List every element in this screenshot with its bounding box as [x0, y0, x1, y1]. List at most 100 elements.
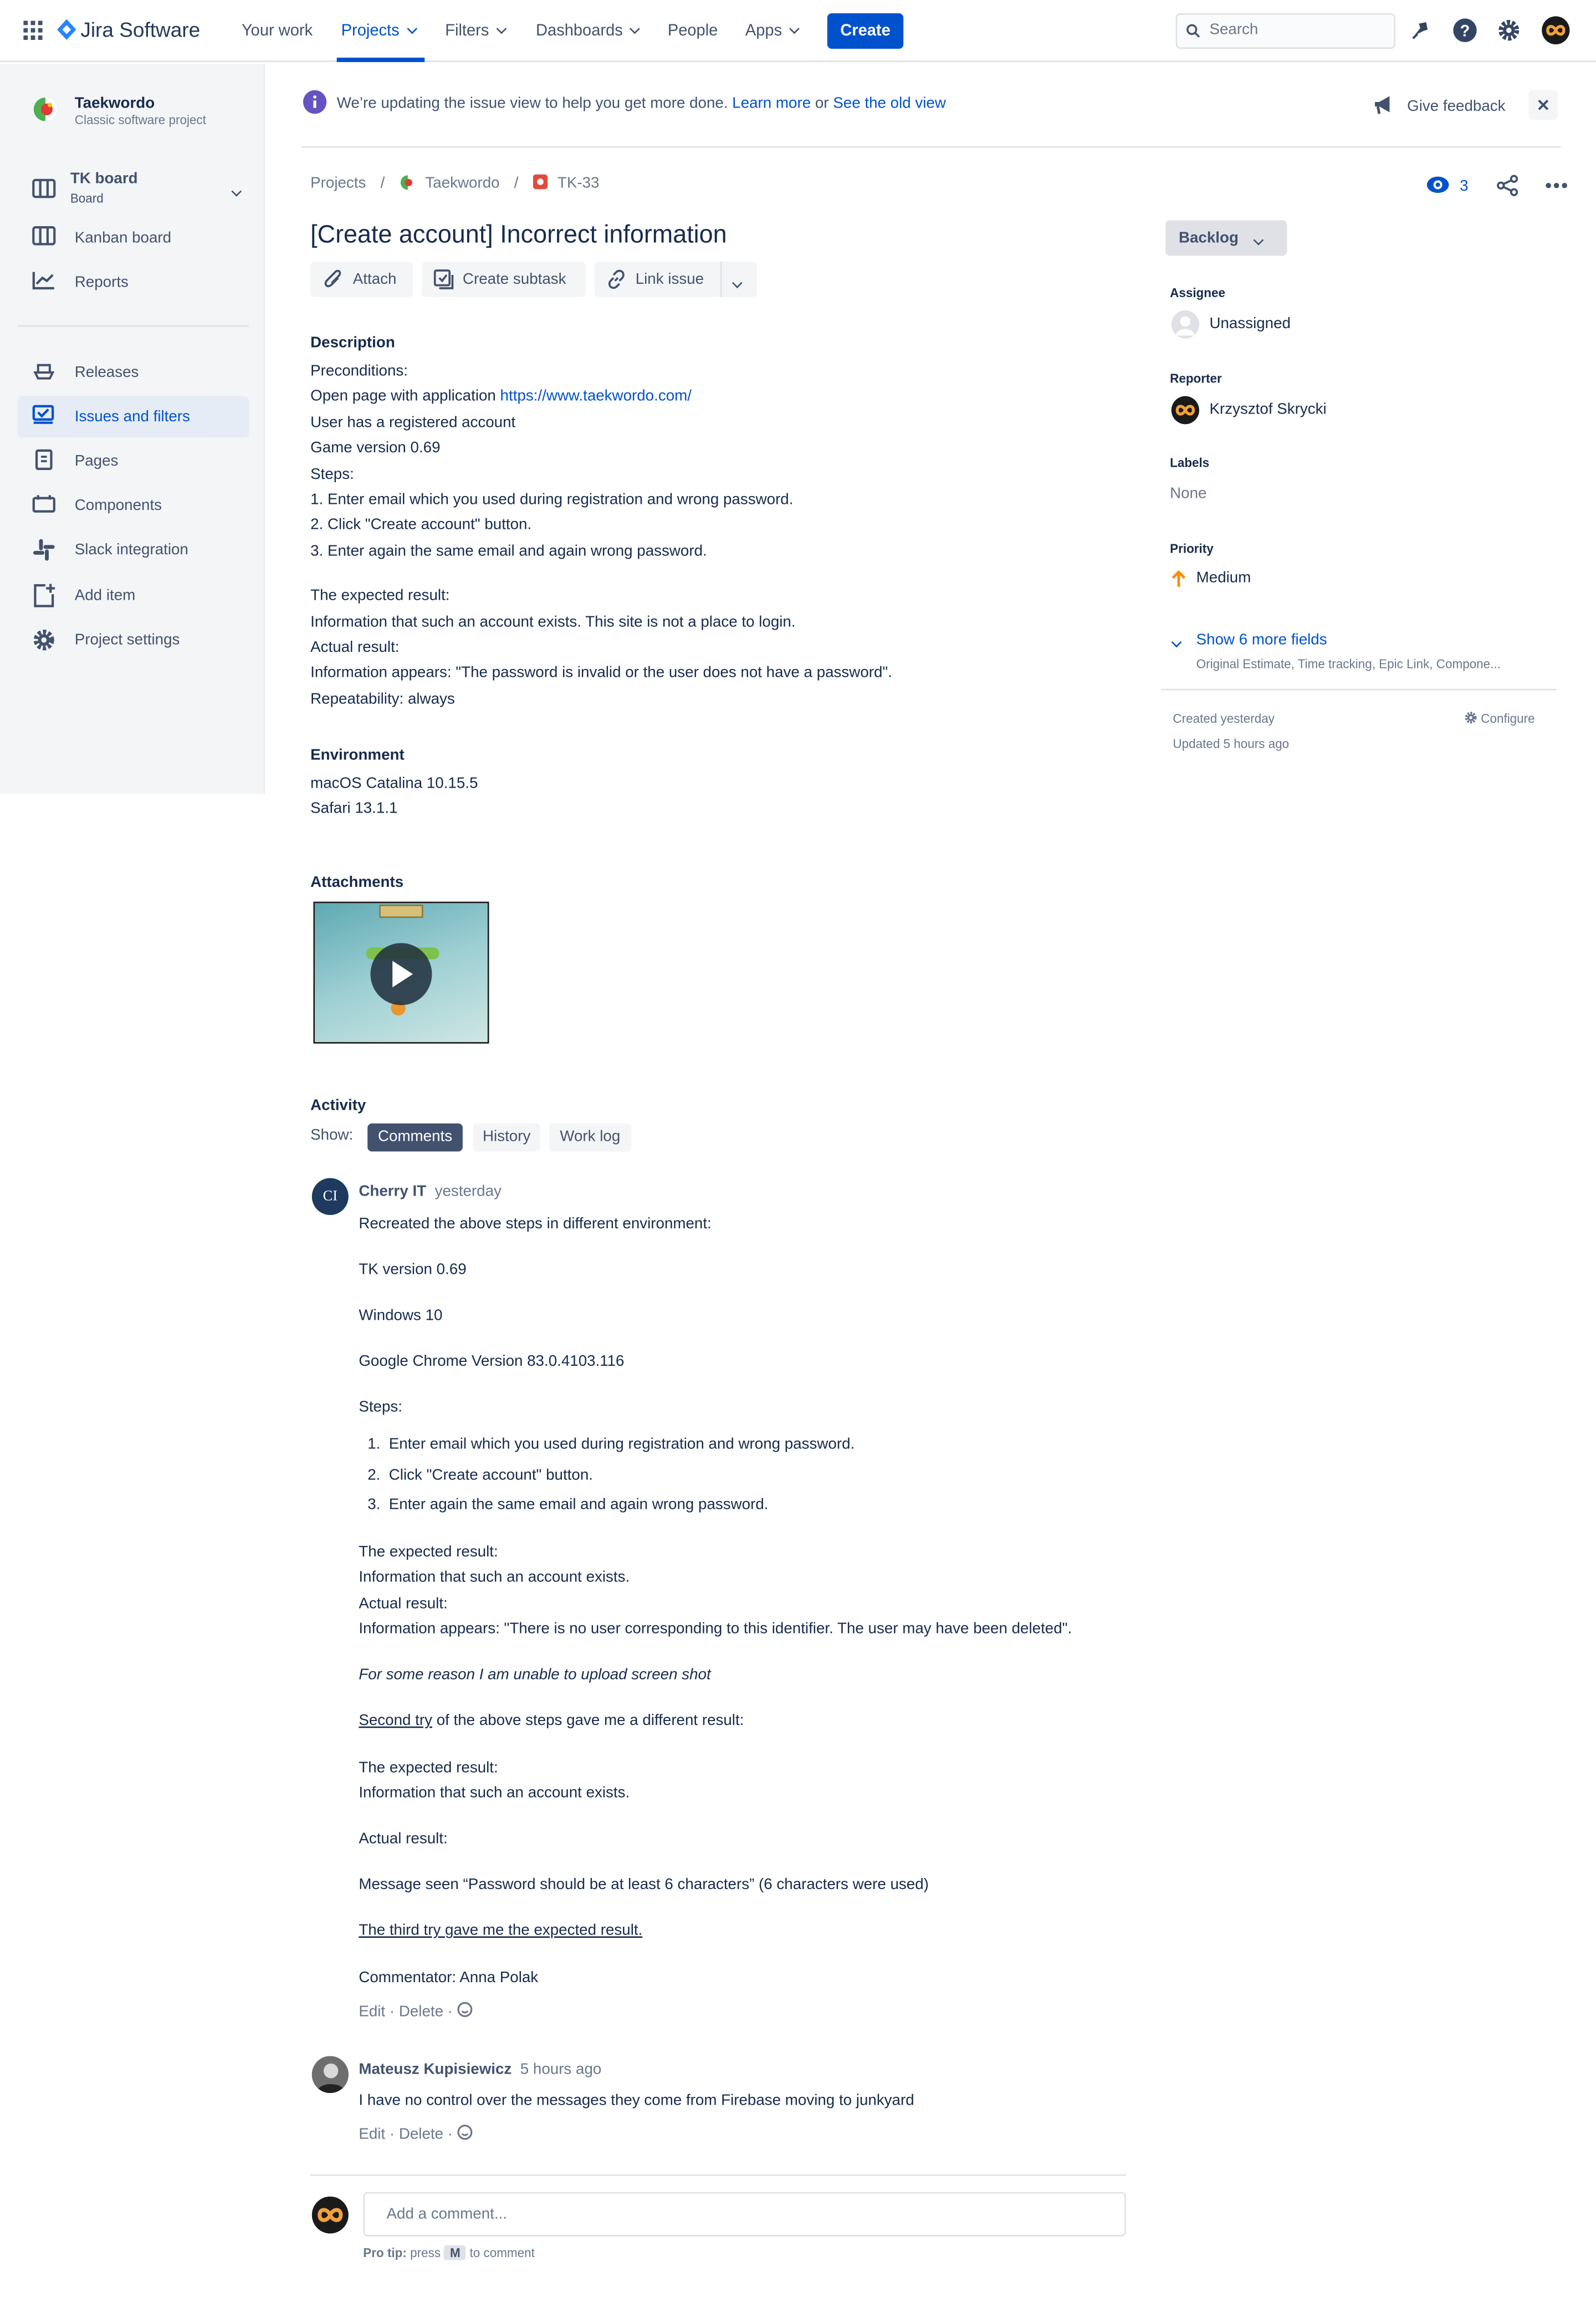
tab-history[interactable]: History [473, 1123, 540, 1152]
chevron-down-icon [789, 23, 800, 34]
sidebar-item-label: Slack integration [74, 541, 188, 559]
notifications-icon[interactable] [1410, 19, 1432, 42]
user-avatar[interactable] [1542, 16, 1570, 45]
more-actions-icon[interactable] [1545, 182, 1568, 189]
sidebar-item-label: Kanban board [74, 229, 172, 247]
sidebar-item-kanban-board[interactable]: Kanban board [18, 217, 249, 259]
settings-gear-icon[interactable] [1496, 18, 1521, 43]
edit-comment-link[interactable]: Edit [359, 2003, 385, 2020]
create-button[interactable]: Create [827, 13, 904, 49]
chevron-down-icon[interactable] [732, 278, 743, 289]
app-switcher-icon[interactable] [23, 21, 43, 40]
chevron-down-icon [406, 23, 417, 34]
avatar[interactable] [311, 2056, 349, 2094]
search-input[interactable]: Search [1175, 13, 1396, 49]
nav-people[interactable]: People [668, 21, 718, 42]
sidebar-item-pages[interactable]: Pages [18, 441, 249, 482]
breadcrumb-project[interactable]: Taekwordo [425, 175, 499, 192]
create-subtask-button[interactable]: Create subtask [421, 262, 586, 298]
old-view-link[interactable]: See the old view [833, 95, 946, 113]
labels-label: Labels [1170, 455, 1210, 471]
sidebar-item-add-item[interactable]: Add item [18, 575, 249, 616]
show-more-fields-button[interactable]: Show 6 more fields [1196, 631, 1327, 651]
board-selector[interactable]: TK board Board [18, 161, 249, 212]
add-reaction-icon[interactable] [457, 2002, 473, 2018]
nav-apps[interactable]: Apps [745, 21, 800, 42]
sidebar-item-label: Add item [74, 586, 136, 605]
watch-button[interactable]: 3 [1426, 175, 1469, 198]
comment-text: I have no control over the messages they… [359, 2091, 914, 2110]
delete-comment-link[interactable]: Delete [399, 2126, 443, 2143]
comment-step: 2. Click "Create account" button. [367, 1466, 593, 1484]
banner-text: We’re updating the issue view to help yo… [337, 95, 946, 115]
labels-value[interactable]: None [1170, 485, 1206, 505]
tab-comments[interactable]: Comments [367, 1123, 463, 1152]
priority-value[interactable]: Medium [1196, 569, 1251, 589]
activity-heading: Activity [310, 1096, 366, 1115]
environment-body[interactable]: macOS Catalina 10.15.5 Safari 13.1.1 [310, 772, 478, 823]
learn-more-link[interactable]: Learn more [732, 95, 811, 113]
give-feedback-button[interactable]: Give feedback [1407, 98, 1505, 118]
play-button[interactable] [370, 943, 432, 1005]
edit-comment-link[interactable]: Edit [359, 2126, 385, 2143]
nav-filters[interactable]: Filters [445, 21, 507, 42]
close-icon [1538, 99, 1549, 110]
sidebar-item-project-settings[interactable]: Project settings [18, 619, 249, 661]
priority-label: Priority [1170, 541, 1214, 556]
status-dropdown[interactable]: Backlog [1165, 220, 1287, 256]
nav-your-work[interactable]: Your work [242, 21, 313, 42]
help-icon[interactable]: ? [1452, 18, 1477, 43]
issue-title[interactable]: [Create account] Incorrect information [310, 219, 727, 252]
pro-tip: Pro tip: press M to comment [363, 2245, 535, 2262]
create-subtask-label: Create subtask [462, 270, 566, 289]
search-placeholder: Search [1209, 21, 1259, 39]
configure-button[interactable]: Configure [1464, 711, 1535, 727]
close-banner-button[interactable] [1528, 90, 1558, 120]
sidebar-item-label: Project settings [74, 631, 180, 649]
sidebar-item-components[interactable]: Components [18, 485, 249, 527]
sidebar-item-label: Releases [74, 364, 139, 382]
comment-text: Commentator: Anna Polak [359, 1969, 539, 1987]
add-item-icon [34, 584, 55, 608]
description-line: User has a registered account [310, 414, 516, 432]
environment-line: Safari 13.1.1 [310, 800, 398, 818]
description-heading: Description [310, 334, 395, 352]
comment-author[interactable]: Cherry IT [359, 1182, 426, 1200]
video-attachment-thumbnail[interactable] [313, 901, 489, 1044]
delete-comment-link[interactable]: Delete [399, 2003, 443, 2020]
sidebar-item-slack-integration[interactable]: Slack integration [18, 529, 249, 571]
comment-text: Actual result: [359, 1595, 448, 1613]
environment-line: macOS Catalina 10.15.5 [310, 774, 478, 793]
attach-button[interactable]: Attach [310, 262, 413, 298]
description-body[interactable]: Preconditions: Open page with applicatio… [310, 359, 892, 713]
description-line: Information that such an account exists.… [310, 612, 796, 631]
nav-dashboards[interactable]: Dashboards [536, 21, 641, 42]
share-icon[interactable] [1496, 175, 1518, 197]
pages-icon [35, 449, 53, 471]
add-comment-input[interactable]: Add a comment... [363, 2192, 1126, 2237]
comment-text-rest: of the above steps gave me a different r… [432, 1712, 744, 1730]
sidebar-item-issues-and-filters[interactable]: Issues and filters [17, 396, 249, 438]
reporter-value[interactable]: Krzysztof Skrycki [1209, 401, 1326, 421]
comment-author[interactable]: Mateusz Kupisiewicz [359, 2060, 511, 2078]
breadcrumb-projects[interactable]: Projects [310, 175, 366, 192]
components-icon [32, 495, 55, 513]
comment-actions: Edit · Delete · [359, 2124, 473, 2146]
avatar[interactable]: CI [311, 1178, 349, 1216]
link-issue-button[interactable]: Link issue [594, 262, 758, 298]
sidebar-item-reports[interactable]: Reports [18, 262, 249, 303]
comment-step-text: Enter again the same email and again wro… [388, 1495, 769, 1514]
description-line: Open page with application https://www.t… [310, 385, 892, 410]
tab-work-log[interactable]: Work log [549, 1123, 631, 1152]
banner-message: We’re updating the issue view to help yo… [336, 94, 728, 113]
project-name[interactable]: Taekwordo [75, 95, 155, 115]
app-url-link[interactable]: https://www.taekwordo.com/ [500, 388, 692, 406]
brand-name[interactable]: Jira Software [80, 16, 200, 43]
nav-projects[interactable]: Projects [341, 21, 417, 42]
assignee-value[interactable]: Unassigned [1209, 315, 1291, 335]
sidebar-item-releases[interactable]: Releases [18, 352, 249, 394]
avatar [311, 2196, 349, 2234]
add-reaction-icon[interactable] [457, 2124, 473, 2140]
pro-tip-press: press [410, 2245, 441, 2260]
breadcrumb-issue-key[interactable]: TK-33 [557, 175, 600, 192]
